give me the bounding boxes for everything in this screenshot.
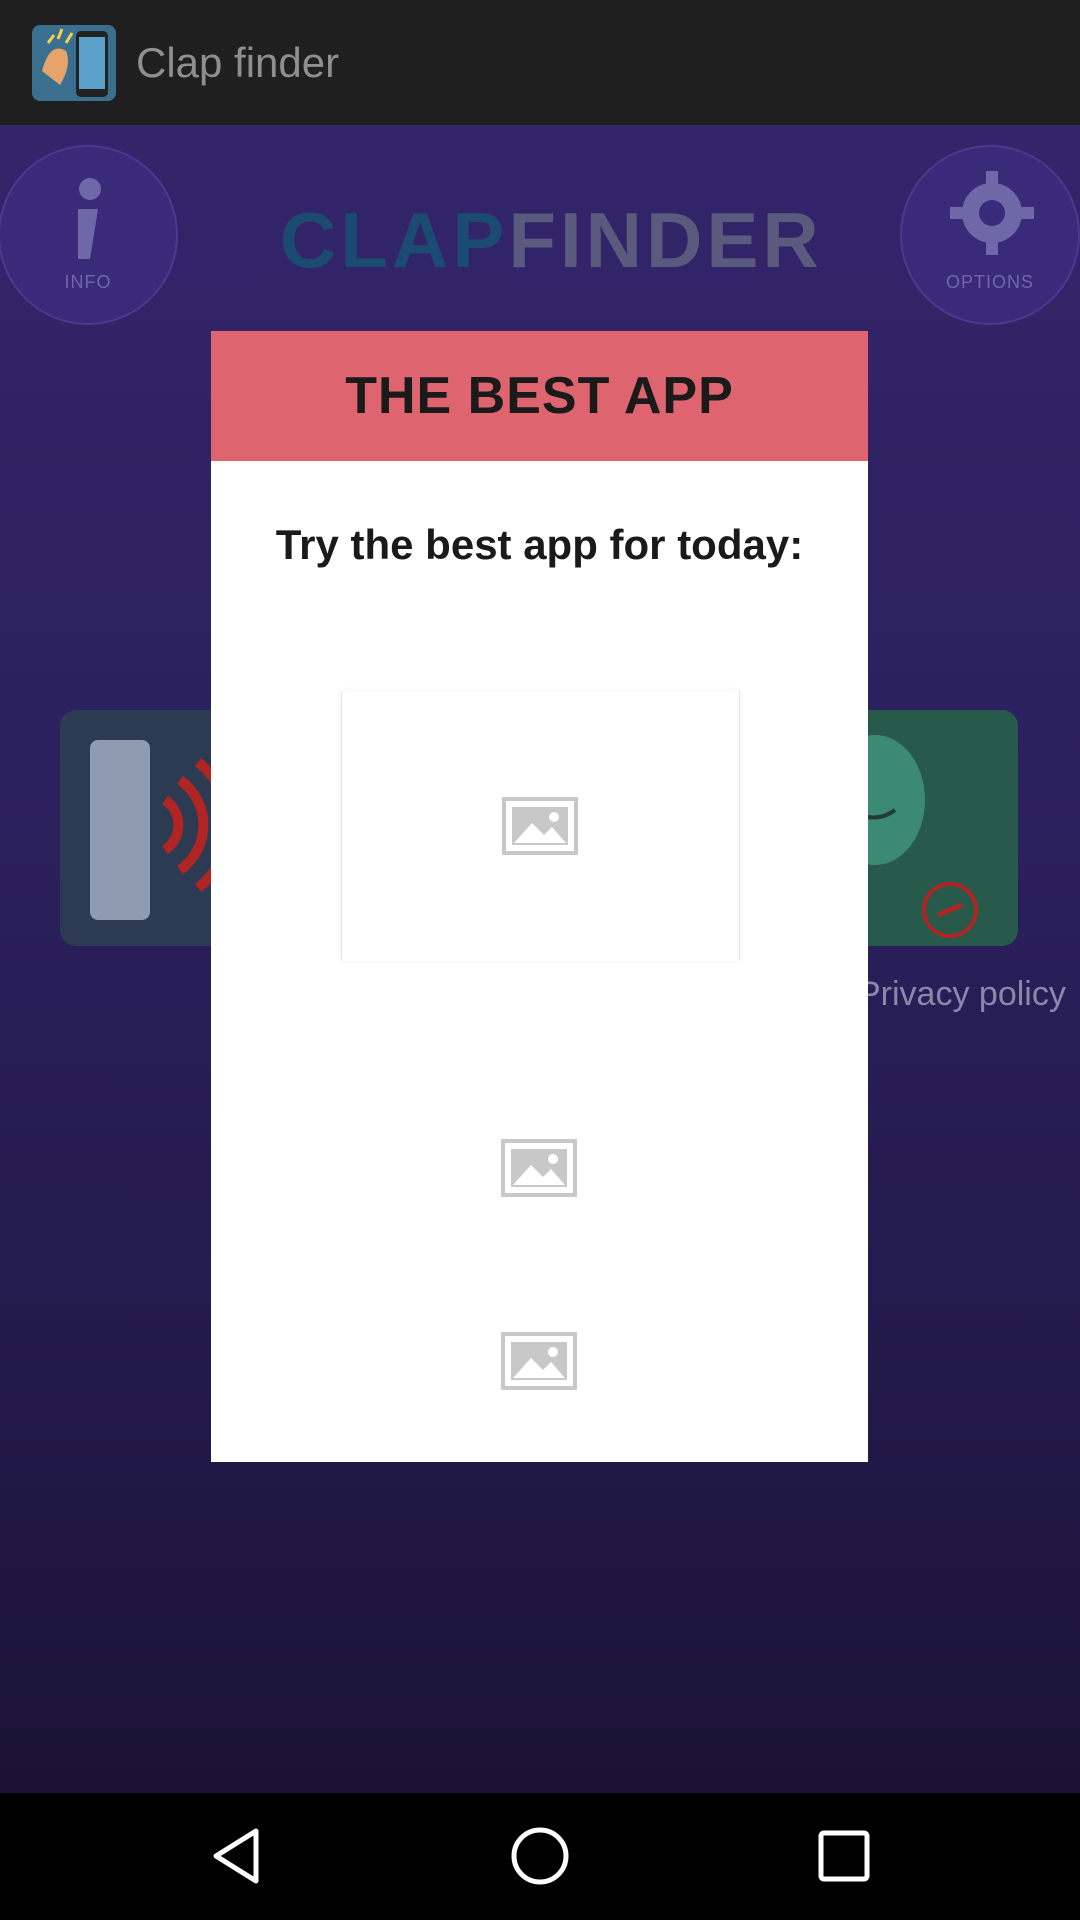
- app-promo-image[interactable]: [341, 691, 740, 961]
- gear-icon: [950, 171, 1034, 255]
- logo-part-clap: CLAP: [280, 196, 509, 284]
- info-button[interactable]: INFO: [0, 145, 178, 325]
- clapfinder-logo: CLAPFINDER: [280, 195, 823, 286]
- best-app-dialog: THE BEST APP Try the best app for today:: [211, 331, 868, 1462]
- dialog-subtitle: Try the best app for today:: [275, 521, 804, 568]
- options-label: OPTIONS: [945, 272, 1034, 292]
- options-button[interactable]: OPTIONS: [900, 145, 1080, 325]
- image-placeholder-icon: [502, 797, 578, 855]
- info-icon: [78, 178, 101, 259]
- recents-square-icon[interactable]: [811, 1823, 877, 1889]
- system-nav-bar: [0, 1793, 1080, 1920]
- app-title: Clap finder: [136, 38, 340, 86]
- clap-app-icon[interactable]: [32, 21, 116, 105]
- privacy-policy-link[interactable]: Privacy policy: [858, 975, 1066, 1014]
- image-placeholder-icon[interactable]: [501, 1332, 577, 1390]
- app-bar: Clap finder: [0, 0, 1080, 125]
- home-circle-icon[interactable]: [507, 1823, 573, 1889]
- dialog-header: THE BEST APP: [211, 331, 868, 461]
- image-placeholder-icon[interactable]: [501, 1139, 577, 1197]
- back-triangle-icon[interactable]: [206, 1823, 272, 1889]
- logo-part-finder: FINDER: [508, 196, 823, 284]
- info-label: INFO: [64, 272, 112, 292]
- dialog-title: THE BEST APP: [345, 367, 734, 425]
